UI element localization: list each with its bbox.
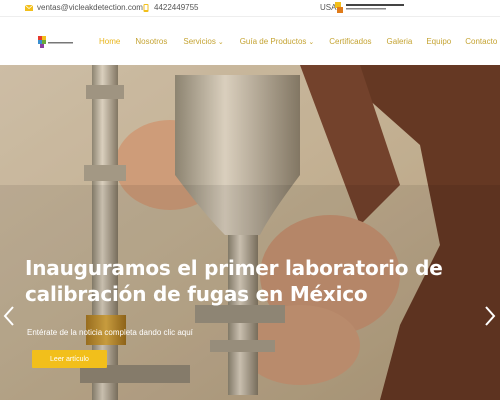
email-text[interactable]: ventas@vicleakdetection.com (37, 3, 143, 12)
hero-subtitle[interactable]: Entérate de la noticia completa dando cl… (27, 328, 193, 337)
phone-text[interactable]: 4422449755 (154, 3, 199, 12)
phone-contact[interactable]: 4422449755 (142, 3, 199, 12)
hero-title-line-1: Inauguramos el primer laboratorio de (25, 256, 443, 280)
hero-title-line-2: calibración de fugas en México (25, 282, 368, 306)
chevron-down-icon: ⌄ (217, 38, 224, 46)
slider-next-button[interactable] (483, 305, 497, 327)
main-navbar: Home Nosotros Servicios ⌄ Guía de Produc… (0, 16, 500, 66)
top-contact-bar: ventas@vicleakdetection.com 4422449755 U… (0, 0, 500, 16)
nav-galeria[interactable]: Galeria (387, 37, 413, 46)
read-article-button[interactable]: Leer artículo (32, 350, 107, 368)
hero-slider: Inauguramos el primer laboratorio de cal… (0, 65, 500, 400)
chevron-left-icon (3, 306, 14, 326)
nav-servicios[interactable]: Servicios ⌄ (183, 37, 223, 46)
chevron-down-icon: ⌄ (308, 38, 315, 46)
nav-home[interactable]: Home (99, 37, 120, 46)
nav-nosotros[interactable]: Nosotros (135, 37, 167, 46)
nav-label: Home (99, 37, 121, 46)
slider-prev-button[interactable] (2, 305, 16, 327)
chevron-right-icon (485, 306, 496, 326)
country-label[interactable]: USA (320, 3, 336, 12)
hero-title: Inauguramos el primer laboratorio de cal… (25, 255, 465, 307)
nav-contacto[interactable]: Contacto (465, 37, 497, 46)
nav-equipo[interactable]: Equipo (426, 37, 451, 46)
nav-label: Nosotros (135, 37, 168, 46)
nav-label: Guía de Productos (239, 37, 307, 46)
site-logo[interactable] (37, 34, 75, 52)
nav-label: Equipo (426, 37, 452, 46)
email-contact[interactable]: ventas@vicleakdetection.com (24, 3, 143, 12)
nav-guia-productos[interactable]: Guía de Productos ⌄ (240, 37, 315, 46)
nav-label: Contacto (465, 37, 498, 46)
nav-label: Galeria (386, 37, 413, 46)
nav-label: Servicios (183, 37, 216, 46)
envelope-icon (24, 4, 34, 12)
nav-label: Certificados (329, 37, 372, 46)
nav-certificados[interactable]: Certificados (329, 37, 371, 46)
main-menu: Home Nosotros Servicios ⌄ Guía de Produc… (99, 37, 497, 46)
phone-icon (142, 3, 150, 12)
partner-logo[interactable] (335, 1, 407, 14)
